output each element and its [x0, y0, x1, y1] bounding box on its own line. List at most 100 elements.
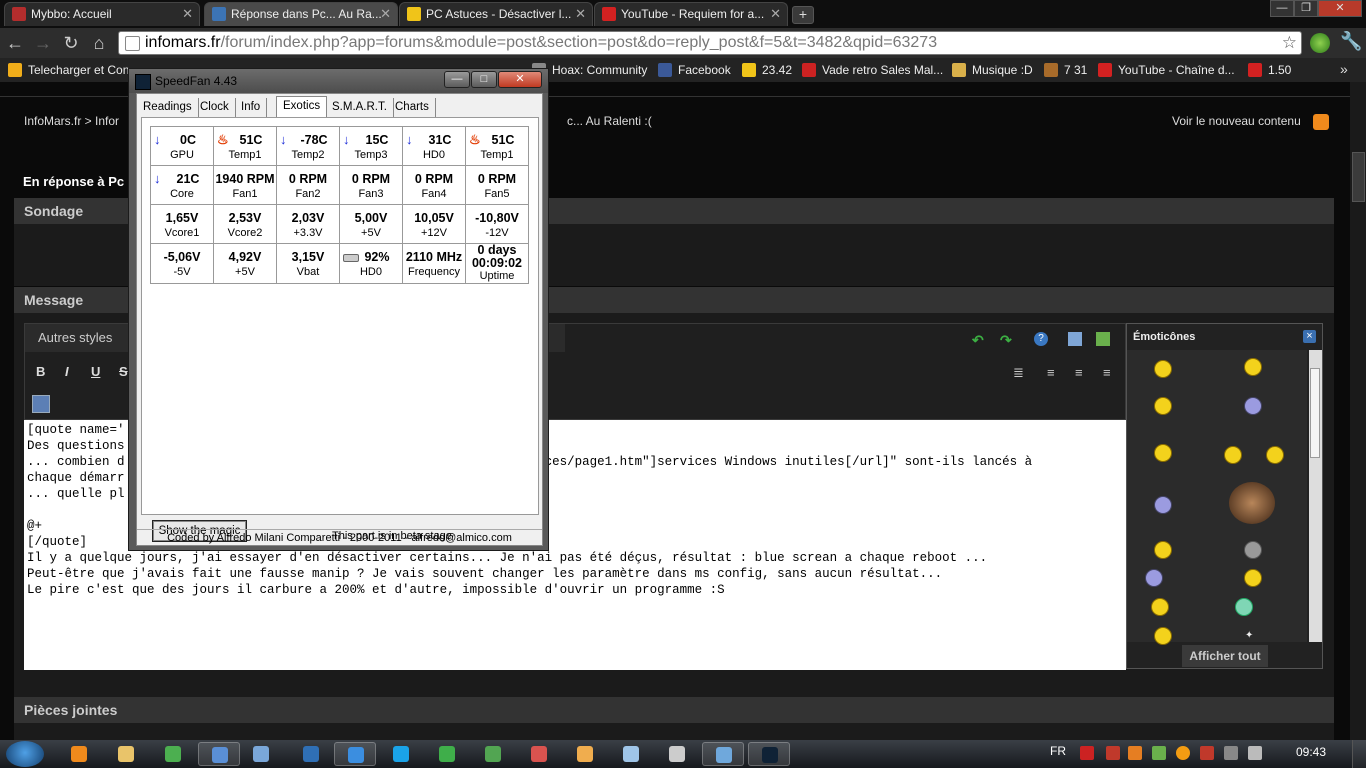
bookmark-item[interactable]: Telecharger et Con [8, 61, 129, 79]
bold-button[interactable]: B [36, 364, 45, 379]
bookmark-item[interactable]: 7 31 [1044, 61, 1087, 79]
italic-button[interactable]: I [65, 364, 69, 379]
taskbar-app-app-11[interactable] [518, 742, 560, 766]
rss-icon[interactable] [1313, 114, 1329, 130]
align-center-icon[interactable]: ≡ [1075, 365, 1083, 380]
breadcrumb[interactable]: InfoMars.fr > Infor [24, 114, 119, 128]
taskbar-app-app-14[interactable] [656, 742, 698, 766]
view-new-content-link[interactable]: Voir le nouveau contenu [1172, 114, 1301, 128]
tab-exotics[interactable]: Exotics [276, 96, 328, 118]
help-icon[interactable]: ? [1034, 332, 1048, 346]
undo-icon[interactable]: ↶ [972, 332, 984, 349]
taskbar-app-speedfan[interactable] [748, 742, 790, 766]
tab-info[interactable]: Info [235, 98, 268, 117]
emoticon-icon[interactable] [1154, 360, 1172, 378]
bookmark-item[interactable]: YouTube - Chaîne d... [1098, 61, 1235, 79]
bookmark-star-icon[interactable]: ☆ [1282, 32, 1297, 54]
emoticon-icon[interactable] [1154, 627, 1172, 645]
taskbar-app-app-5[interactable] [240, 742, 282, 766]
save-draft-icon[interactable] [1068, 332, 1082, 346]
emoticon-icon[interactable] [1145, 569, 1163, 587]
emoticon-icon[interactable] [1154, 496, 1172, 514]
bookmark-item[interactable]: 23.42 [742, 61, 792, 79]
tray-icon[interactable] [1106, 746, 1120, 760]
taskbar-app-explorer[interactable] [105, 742, 147, 766]
speedfan-minimize-button[interactable]: — [444, 71, 470, 88]
speedfan-title-bar[interactable]: SpeedFan 4.43 — □ ✕ [129, 69, 548, 93]
taskbar-app-internet-explorer[interactable] [334, 742, 376, 766]
speedfan-maximize-button[interactable]: □ [471, 71, 497, 88]
emoticon-icon[interactable] [1244, 569, 1262, 587]
strike-button[interactable]: S [119, 364, 128, 379]
wrench-menu-icon[interactable]: 🔧 [1340, 31, 1362, 52]
close-window-button[interactable]: ✕ [1318, 0, 1362, 17]
close-icon[interactable]: × [1303, 330, 1316, 343]
emoticon-icon[interactable] [1235, 598, 1253, 616]
scrollbar-thumb[interactable] [1352, 152, 1365, 202]
tab-close-icon[interactable]: ✕ [182, 3, 193, 25]
tab-pc-astuces[interactable]: PC Astuces - Désactiver l... ✕ [399, 2, 593, 26]
tab-clock[interactable]: Clock [194, 98, 236, 117]
start-button-windows-icon[interactable] [6, 741, 44, 767]
taskbar-app-media-player[interactable] [58, 742, 100, 766]
insert-image-icon[interactable] [32, 395, 50, 413]
underline-button[interactable]: U [91, 364, 100, 379]
bookmark-folder[interactable]: Musique :D [952, 61, 1033, 79]
bookmark-item[interactable]: 1.50 [1248, 61, 1291, 79]
show-all-emoticons-button[interactable]: Afficher tout [1182, 645, 1268, 667]
tab-readings[interactable]: Readings [137, 98, 199, 117]
tray-icon[interactable] [1128, 746, 1142, 760]
taskbar-app-app-12[interactable] [564, 742, 606, 766]
emoticon-icon[interactable] [1154, 444, 1172, 462]
outdent-icon[interactable]: ≣ [1013, 365, 1024, 381]
show-desktop-button[interactable] [1352, 740, 1366, 768]
bookmark-item[interactable]: Vade retro Sales Mal... [802, 61, 943, 79]
taskbar-app-app-6[interactable] [290, 742, 332, 766]
emoticon-icon[interactable] [1154, 541, 1172, 559]
tab-smart[interactable]: S.M.A.R.T. [326, 98, 394, 117]
address-bar[interactable]: infomars.fr/forum/index.php?app=forums&m… [118, 31, 1302, 55]
language-indicator[interactable]: FR [1050, 744, 1066, 758]
emoticon-icon[interactable] [1244, 358, 1262, 376]
tab-close-icon[interactable]: ✕ [575, 3, 586, 25]
bookmark-item[interactable]: Facebook [658, 61, 731, 79]
taskbar-app-app-15[interactable] [702, 742, 744, 766]
page-scrollbar[interactable] [1350, 82, 1366, 740]
tab-youtube[interactable]: YouTube - Requiem for a... ✕ [594, 2, 788, 26]
tab-close-icon[interactable]: ✕ [380, 3, 391, 25]
more-bookmarks-chevron-icon[interactable]: » [1340, 61, 1348, 77]
emoticon-icon[interactable] [1244, 541, 1262, 559]
extension-icon[interactable] [1310, 33, 1330, 53]
emoticon-icon[interactable] [1151, 598, 1169, 616]
taskbar-app-app-10[interactable] [472, 742, 514, 766]
tab-infomars-reply[interactable]: Réponse dans Pc... Au Ra... ✕ [204, 2, 398, 26]
attachments-section-header[interactable]: Pièces jointes [14, 697, 1334, 723]
taskbar-app-task-manager[interactable] [152, 742, 194, 766]
tray-icon[interactable] [1080, 746, 1094, 760]
forward-arrow-icon[interactable]: → [32, 32, 54, 54]
home-icon[interactable]: ⌂ [88, 32, 110, 54]
bookmark-item[interactable]: Hoax: Community [532, 61, 647, 79]
align-right-icon[interactable]: ≡ [1103, 365, 1111, 380]
tab-close-icon[interactable]: ✕ [770, 3, 781, 25]
volume-icon[interactable] [1248, 746, 1262, 760]
styles-dropdown[interactable]: Autres styles [38, 330, 112, 345]
taskbar-app-messenger[interactable] [426, 742, 468, 766]
reload-icon[interactable]: ↻ [60, 32, 82, 54]
emoticon-icon[interactable] [1154, 397, 1172, 415]
taskbar-app-app-4[interactable] [198, 742, 240, 766]
tab-mybbo[interactable]: Mybbo: Accueil ✕ [4, 2, 200, 26]
clock[interactable]: 09:43 [1296, 745, 1326, 759]
back-arrow-icon[interactable]: ← [4, 32, 26, 54]
maximize-button[interactable]: ❐ [1294, 0, 1318, 17]
emoticon-icon[interactable] [1244, 397, 1262, 415]
emoticon-scrollbar[interactable] [1309, 350, 1322, 642]
tab-charts[interactable]: Charts [389, 98, 436, 117]
emoticon-icon[interactable] [1224, 446, 1242, 464]
taskbar-app-skype[interactable] [380, 742, 422, 766]
tray-icon[interactable] [1200, 746, 1214, 760]
speedfan-close-button[interactable]: ✕ [498, 71, 542, 88]
redo-icon[interactable]: ↷ [1000, 332, 1012, 349]
taskbar-app-app-13[interactable] [610, 742, 652, 766]
scrollbar-thumb[interactable] [1310, 368, 1320, 458]
